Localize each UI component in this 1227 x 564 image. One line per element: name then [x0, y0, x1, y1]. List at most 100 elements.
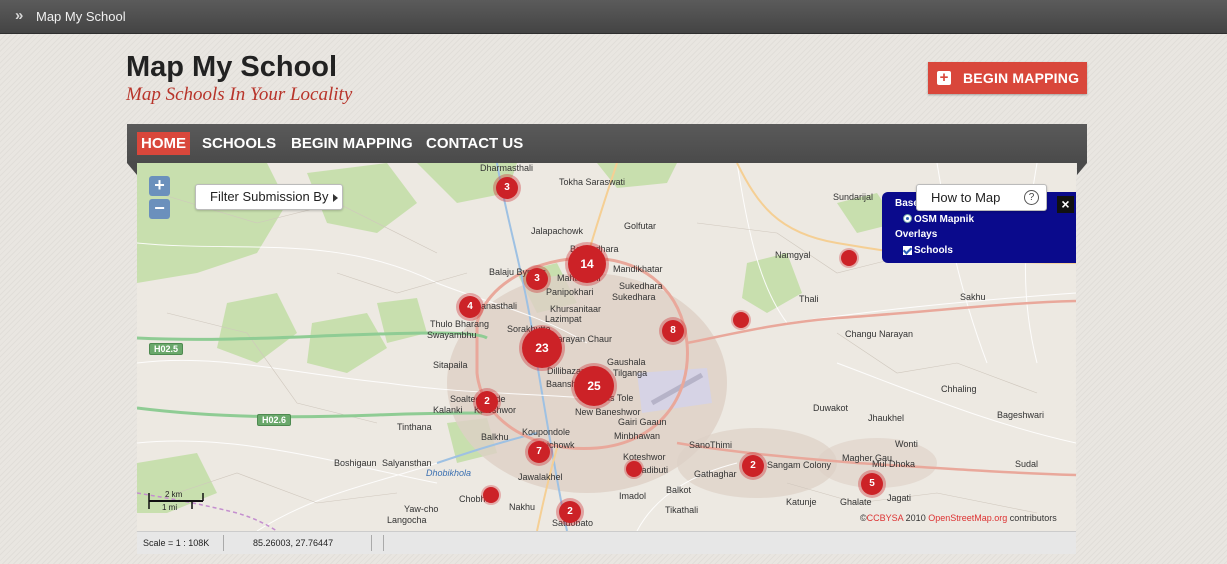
place-label: Lazimpat [545, 314, 582, 324]
scale-km-label: 2 km [165, 490, 183, 499]
place-label: Dhobikhola [426, 468, 472, 478]
place-label: Balkhu [481, 432, 509, 442]
plus-icon: + [937, 70, 951, 85]
attribution-suffix: contributors [1009, 513, 1057, 523]
place-label: Khursanitaar [550, 304, 602, 314]
overlays-header: Overlays [895, 229, 938, 240]
place-label: Sukedhara [612, 292, 656, 302]
double-chevron-icon[interactable]: » [15, 7, 23, 24]
place-label: Changu Narayan [845, 329, 914, 339]
place-label: Mul Dhoka [872, 459, 916, 469]
site-tagline: Map Schools In Your Locality [126, 84, 353, 105]
place-label: Boshigaun [334, 458, 377, 468]
main-nav: HOME SCHOOLS BEGIN MAPPING CONTACT US [127, 124, 1087, 163]
top-bar: » Map My School [0, 0, 1227, 34]
copyright-symbol: © [860, 513, 867, 523]
place-label: Thulo Bharang [430, 319, 490, 329]
school-cluster[interactable]: 25 [574, 366, 614, 406]
site-title[interactable]: Map My School [126, 51, 337, 84]
place-label: Sudal [1015, 459, 1039, 469]
school-marker[interactable] [733, 312, 749, 328]
nav-schools[interactable]: SCHOOLS [202, 132, 276, 155]
place-label: Dharmasthali [480, 163, 534, 173]
filter-submission-label: Filter Submission By [210, 189, 329, 204]
nav-contact-us[interactable]: CONTACT US [426, 132, 523, 155]
place-label: Sakhu [960, 292, 986, 302]
school-cluster[interactable]: 2 [559, 501, 581, 523]
place-label: Namgyal [775, 250, 811, 260]
place-label: Banasthali [475, 301, 518, 311]
place-label: Mandikhatar [613, 264, 663, 274]
school-cluster[interactable]: 3 [496, 177, 518, 199]
map-scale-bar: 2 km 1 mi [148, 489, 204, 513]
place-label: Koupondole [522, 427, 571, 437]
close-icon[interactable]: × [1057, 196, 1074, 213]
place-label: Thali [799, 294, 819, 304]
osm-link[interactable]: OpenStreetMap.org [928, 513, 1007, 523]
attribution-year: 2010 [905, 513, 926, 523]
place-label: Jhaukhel [868, 413, 905, 423]
school-cluster[interactable]: 14 [568, 245, 606, 283]
how-to-map-button[interactable]: How to Map ? [916, 184, 1047, 211]
place-label: Panipokhari [546, 287, 594, 297]
place-label: Wonti [895, 439, 918, 449]
place-label: SanoThimi [689, 440, 733, 450]
zoom-in-button[interactable]: + [149, 176, 170, 196]
place-label: Nakhu [509, 502, 536, 512]
school-cluster[interactable]: 8 [662, 320, 684, 342]
school-cluster[interactable]: 23 [522, 328, 562, 368]
divider [223, 535, 224, 551]
nav-ribbon-fold-left [127, 163, 137, 175]
scale-readout: Scale = 1 : 108K [143, 538, 210, 548]
filter-submission-button[interactable]: Filter Submission By [195, 184, 343, 210]
nav-home[interactable]: HOME [137, 132, 190, 155]
divider [371, 535, 372, 551]
osm-mapnik-radio[interactable] [903, 214, 912, 223]
place-label: Tikathali [665, 505, 699, 515]
place-label: Koteshwor [623, 452, 666, 462]
place-label: Tilganga [613, 368, 648, 378]
school-cluster[interactable]: 4 [459, 296, 481, 318]
school-cluster[interactable]: 3 [526, 268, 548, 290]
place-label: Sitapaila [433, 360, 468, 370]
place-label: New Baneshwor [575, 407, 641, 417]
school-cluster[interactable]: 5 [861, 473, 883, 495]
school-cluster[interactable]: 2 [476, 391, 498, 413]
divider [383, 535, 384, 551]
school-cluster[interactable]: 7 [528, 441, 550, 463]
nav-begin-mapping[interactable]: BEGIN MAPPING [291, 132, 413, 155]
school-marker[interactable] [841, 250, 857, 266]
place-label: Sangam Colony [767, 460, 832, 470]
school-marker[interactable] [626, 461, 642, 477]
place-label: Katunje [786, 497, 817, 507]
place-label: Balkot [666, 485, 692, 495]
place-label: Langocha [387, 515, 427, 525]
place-label: Golfutar [624, 221, 657, 231]
place-label: Sukedhara [619, 281, 663, 291]
place-label: Minbhawan [614, 431, 661, 441]
place-label: Duwakot [813, 403, 849, 413]
place-label: Ghalate [840, 497, 872, 507]
school-cluster[interactable]: 2 [742, 455, 764, 477]
nav-ribbon-fold-right [1077, 163, 1087, 175]
osm-mapnik-label[interactable]: OSM Mapnik [914, 214, 974, 225]
map-view[interactable]: H02.5 H02.6 Dharmasthali Tokha Saraswati… [137, 163, 1076, 531]
schools-checkbox[interactable] [903, 246, 912, 255]
map-attribution: ©CCBYSA 2010 OpenStreetMap.org contribut… [860, 513, 1057, 523]
place-label: Swayambhu [427, 330, 477, 340]
place-label: Gaushala [607, 357, 646, 367]
place-label: Salyansthan [382, 458, 432, 468]
begin-mapping-label: BEGIN MAPPING [963, 70, 1080, 86]
license-link[interactable]: CCBYSA [867, 513, 904, 523]
begin-mapping-button[interactable]: + BEGIN MAPPING [928, 62, 1087, 94]
place-label: Jagati [887, 493, 912, 503]
schools-overlay-label[interactable]: Schools [914, 245, 953, 256]
coordinates-readout: 85.26003, 27.76447 [253, 538, 334, 548]
scale-mi-label: 1 mi [162, 503, 178, 512]
place-label: Jawalakhel [518, 472, 563, 482]
school-marker[interactable] [483, 487, 499, 503]
place-label: Bageshwari [997, 410, 1045, 420]
place-label: Imadol [619, 491, 647, 501]
highway-shield: H02.5 [149, 343, 184, 355]
zoom-out-button[interactable]: − [149, 199, 170, 219]
